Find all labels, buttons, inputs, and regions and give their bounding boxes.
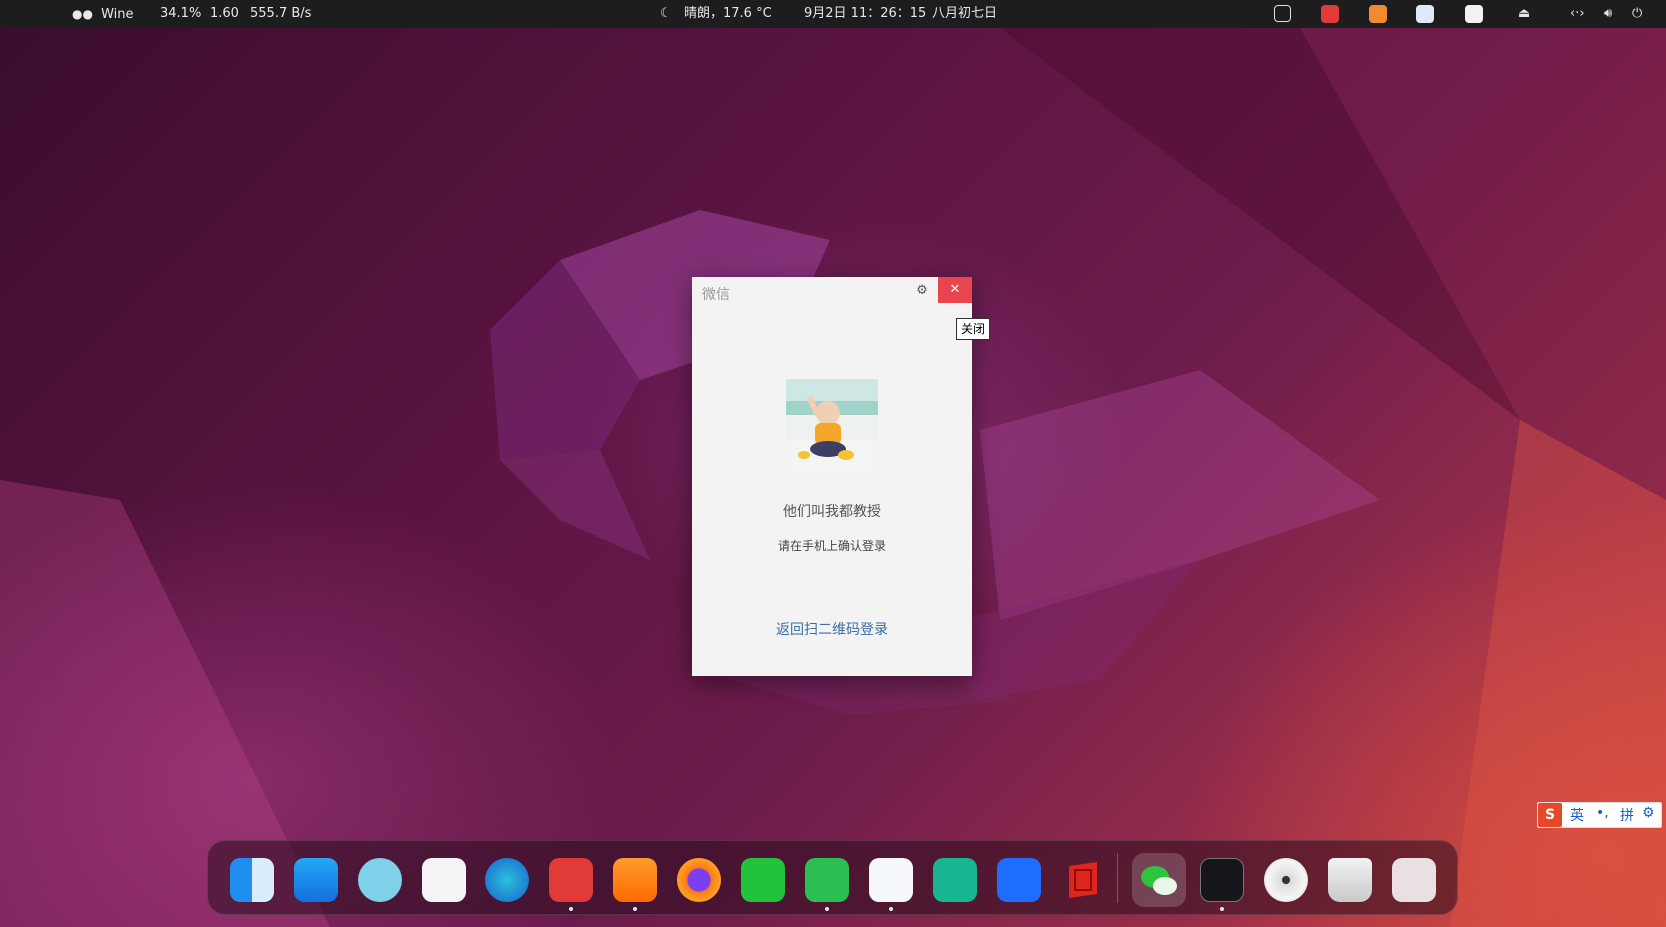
ime-punct[interactable]: •, (1596, 805, 1609, 821)
sogou-tray-icon[interactable] (1274, 5, 1291, 22)
launchpad-icon[interactable] (1392, 858, 1436, 902)
ime-pinyin[interactable]: 拼 (1620, 805, 1634, 825)
wine-app-menu[interactable]: ●● Wine (72, 0, 134, 28)
trash-icon[interactable] (1328, 858, 1372, 902)
running-indicator (1220, 907, 1224, 911)
feishu-icon[interactable] (997, 858, 1041, 902)
pdf-app-icon[interactable] (1061, 858, 1105, 902)
confirm-hint: 请在手机上确认登录 (777, 539, 886, 553)
running-indicator (633, 907, 637, 911)
firefox-icon[interactable] (677, 858, 721, 902)
sogou-logo-icon: S (1538, 803, 1562, 827)
netease-music-icon[interactable] (549, 858, 593, 902)
ime-status-bar[interactable]: S 英 •, 拼 ⚙ (1537, 802, 1662, 828)
mindmaster-icon[interactable] (933, 858, 977, 902)
lunar-date: 八月初七日 (932, 6, 998, 21)
baidu-netdisk-icon[interactable] (869, 858, 913, 902)
dock (207, 840, 1458, 915)
back-to-qr-link[interactable]: 返回扫二维码登录 (692, 619, 972, 639)
baidu-netdisk-tray-icon[interactable] (1416, 5, 1434, 23)
avatar (786, 379, 878, 471)
dock-separator (1117, 853, 1118, 903)
window-title: 微信 (702, 287, 730, 303)
load-average: 1.60 (210, 6, 239, 21)
clock[interactable]: 9月2日 11：26：15 (804, 0, 926, 28)
ime-settings-icon[interactable]: ⚙ (1642, 805, 1655, 821)
running-indicator (825, 907, 829, 911)
wechat-login-window: 微信 ⚙ ✕ 他们叫我都教授 请在手机上确认登录 返回扫二维码登录 (692, 277, 972, 676)
user-name: 他们叫我都教授 (783, 504, 881, 520)
moon-icon: ☾ (660, 6, 672, 21)
edge-icon[interactable] (485, 858, 529, 902)
eject-icon[interactable]: ⏏ (1518, 0, 1530, 28)
tray-app-icon[interactable] (1369, 5, 1387, 23)
g-tray-icon[interactable] (1465, 5, 1483, 23)
terminal-icon[interactable] (1200, 858, 1244, 902)
top-menu-bar: ●● Wine 34.1% 1.60 555.7 B/s ☾ 晴朗，17.6 °… (0, 0, 1666, 28)
network-speed: 555.7 B/s (250, 6, 312, 21)
settings-icon[interactable]: ⚙ (912, 281, 932, 301)
vlc-icon[interactable] (613, 858, 657, 902)
settings-toggle-icon[interactable] (422, 858, 466, 902)
running-indicator (569, 907, 573, 911)
wechat-icon[interactable] (741, 858, 785, 902)
running-indicator (889, 907, 893, 911)
network-icon[interactable]: ‹·› (1570, 0, 1585, 28)
wechat-icon: ●● (72, 7, 93, 21)
netease-music-tray-icon[interactable] (1321, 5, 1339, 23)
cpu-usage: 34.1% (160, 6, 202, 21)
finder-icon[interactable] (230, 858, 274, 902)
weather-text[interactable]: 晴朗，17.6 °C (684, 0, 772, 28)
app-store-icon[interactable] (294, 858, 338, 902)
power-icon[interactable]: ⏻ (1632, 0, 1642, 28)
wechat-wine-icon[interactable] (1132, 853, 1186, 907)
volume-icon[interactable]: 🔊︎ (1604, 0, 1612, 28)
close-button[interactable]: ✕ (938, 277, 972, 303)
app-name: Wine (101, 7, 134, 22)
mail-icon[interactable] (358, 858, 402, 902)
download-icon[interactable] (805, 858, 849, 902)
disc-icon[interactable] (1264, 858, 1308, 902)
ime-mode[interactable]: 英 (1570, 805, 1584, 825)
close-tooltip: 关闭 (956, 318, 991, 340)
